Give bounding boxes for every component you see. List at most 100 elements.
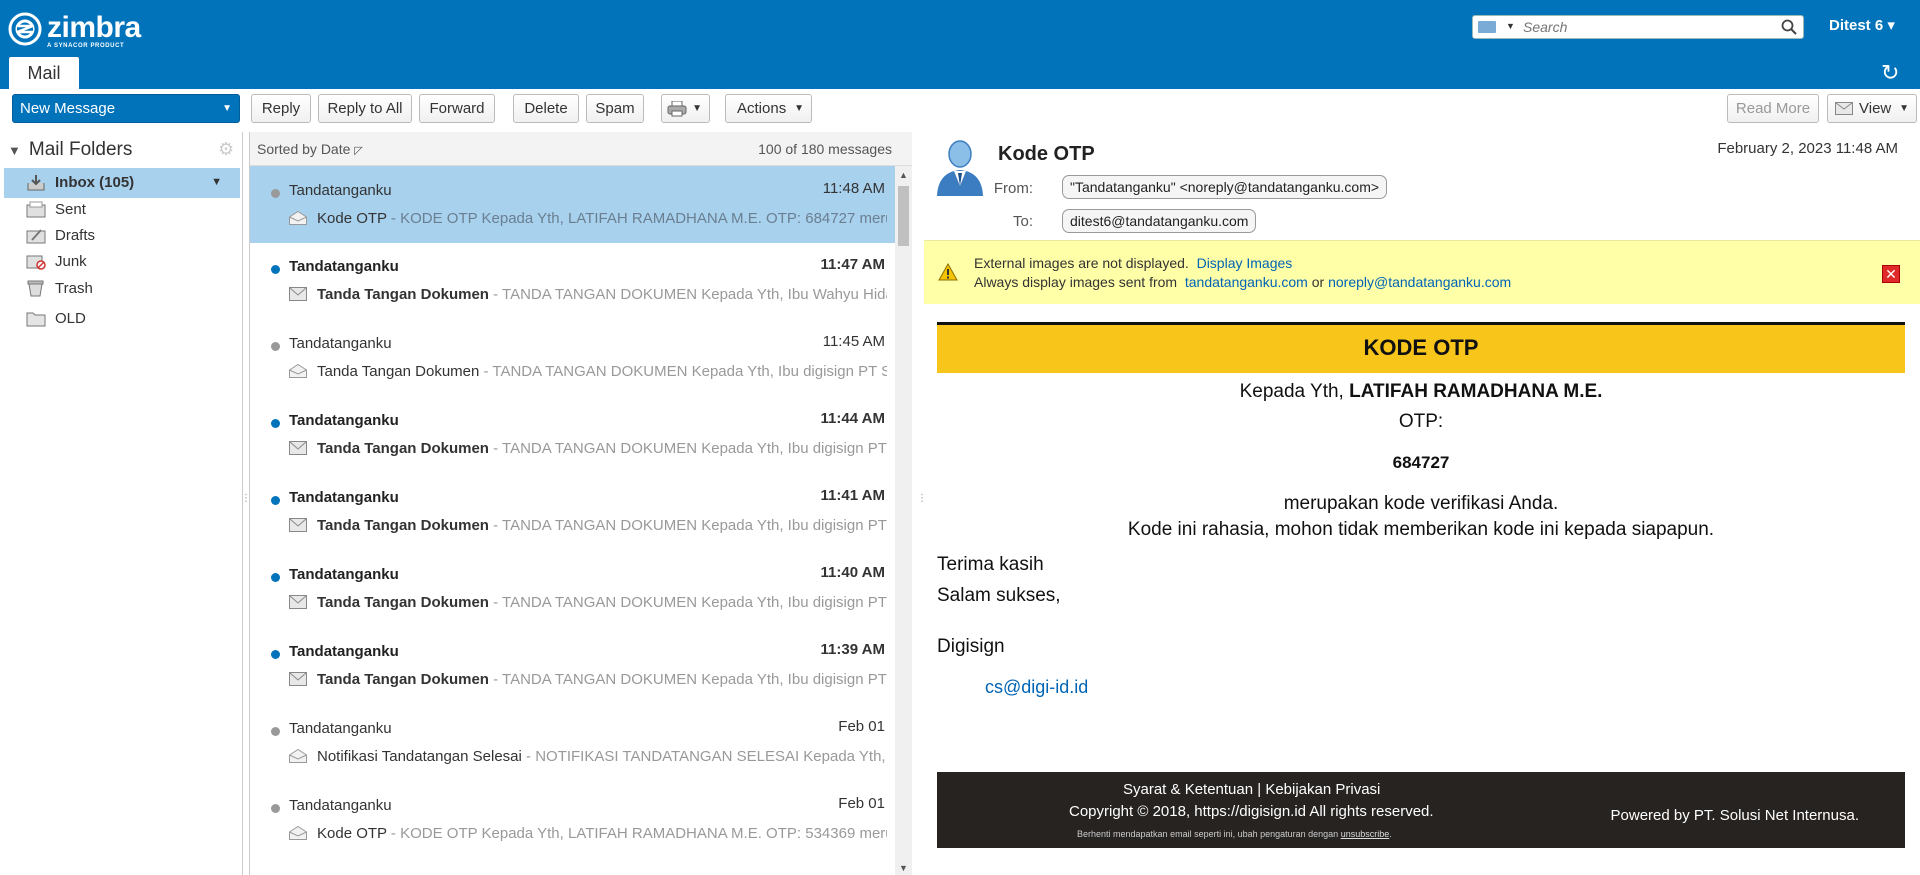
message-subject-line: Kode OTP - KODE OTP Kepada Yth, LATIFAH … <box>317 210 887 227</box>
chevron-down-icon[interactable]: ▼ <box>211 176 222 188</box>
message-sender: Tandatanganku <box>289 258 399 275</box>
message-sender: Tandatanganku <box>289 643 399 660</box>
otp-code: 684727 <box>1392 453 1450 472</box>
chevron-down-icon: ▼ <box>1899 103 1909 114</box>
mail-search-type-icon[interactable] <box>1478 21 1496 33</box>
always-display-domain-link[interactable]: tandatanganku.com <box>1185 274 1308 290</box>
actions-button[interactable]: Actions ▼ <box>725 94 812 123</box>
scroll-up-icon[interactable]: ▲ <box>899 170 908 180</box>
external-images-notice: External images are not displayed. Displ… <box>924 240 1920 304</box>
message-subject-line: Tanda Tangan Dokumen - TANDA TANGAN DOKU… <box>317 286 887 303</box>
status-dot-icon[interactable] <box>271 573 280 582</box>
reply-button[interactable]: Reply <box>251 94 311 123</box>
sender-address[interactable]: "Tandatanganku" <noreply@tandatanganku.c… <box>1062 175 1388 199</box>
sidebar-item-trash[interactable]: Trash <box>4 274 240 304</box>
footer-powered-by: Powered by PT. Solusi Net Internusa. <box>1610 807 1859 824</box>
message-fragment: - TANDA TANGAN DOKUMEN Kepada Yth, Ibu W… <box>488 286 887 303</box>
footer-links[interactable]: Syarat & Ketentuan | Kebijakan Privasi <box>1123 781 1380 798</box>
sidebar-item-inbox[interactable]: Inbox (105) ▼ <box>4 168 240 198</box>
pane-splitter[interactable]: ⋮ <box>241 493 251 504</box>
chevron-down-icon[interactable]: ▼ <box>222 95 232 122</box>
message-subject-line: Tanda Tangan Dokumen - TANDA TANGAN DOKU… <box>317 517 887 534</box>
message-row[interactable]: Tandatanganku Feb 01 Kode OTP - KODE OTP K… <box>250 781 895 858</box>
delete-button[interactable]: Delete <box>513 94 579 123</box>
user-menu[interactable]: Ditest 6 ▾ <box>1829 16 1895 34</box>
folder-label: Inbox (105) <box>55 174 135 191</box>
greeting-line: Kepada Yth, LATIFAH RAMADHANA M.E. <box>937 381 1905 403</box>
print-button[interactable]: ▼ <box>661 94 710 123</box>
message-subject: Tanda Tangan Dokumen <box>317 440 489 457</box>
collapse-triangle-icon[interactable]: ▼ <box>8 143 21 158</box>
envelope-closed-icon <box>289 287 307 301</box>
message-list-header: Sorted by Date ◸ 100 of 180 messages <box>250 132 912 166</box>
display-images-link[interactable]: Display Images <box>1197 255 1293 271</box>
sort-control[interactable]: Sorted by Date ◸ <box>257 141 363 157</box>
message-row[interactable]: Tandatanganku 11:44 AM Tanda Tangan Dokume… <box>250 396 895 473</box>
toolbar: New Message ▼ Reply Reply to All Forward… <box>0 89 1920 132</box>
message-count: 100 of 180 messages <box>758 141 892 157</box>
new-message-button[interactable]: New Message ▼ <box>12 94 240 123</box>
message-subject: Tanda Tangan Dokumen <box>317 363 480 380</box>
message-time: 11:41 AM <box>820 487 885 504</box>
message-time: 11:45 AM <box>822 333 885 350</box>
message-row[interactable]: Tandatanganku Feb 01 Notifikasi Tandatanga… <box>250 704 895 781</box>
scrollbar-thumb[interactable] <box>898 186 909 246</box>
message-row[interactable]: Tandatanganku 11:39 AM Tanda Tangan Dokume… <box>250 627 895 704</box>
recipient-address[interactable]: ditest6@tandatanganku.com <box>1062 209 1257 233</box>
notice-line-2: Always display images sent from tandatan… <box>974 274 1511 290</box>
sidebar-item-junk[interactable]: Junk <box>4 247 240 277</box>
message-fragment: - NOTIFIKASI TANDATANGAN SELESAI Kepada … <box>521 748 887 765</box>
search-type-dropdown-icon[interactable]: ▼ <box>1506 21 1515 31</box>
message-subject: Tanda Tangan Dokumen <box>317 671 489 688</box>
gear-icon[interactable]: ⚙ <box>218 139 234 160</box>
scroll-down-icon[interactable]: ▼ <box>899 863 908 873</box>
message-row[interactable]: Tandatanganku 11:40 AM Tanda Tangan Dokume… <box>250 550 895 627</box>
message-row[interactable]: Tandatanganku 11:47 AM Tanda Tangan Dokume… <box>250 242 895 319</box>
sidebar-item-old[interactable]: OLD <box>4 304 240 334</box>
message-fragment: - TANDA TANGAN DOKUMEN Kepada Yth, Ibu d… <box>488 440 887 457</box>
reply-all-button[interactable]: Reply to All <box>318 94 412 123</box>
actions-label: Actions <box>737 100 787 117</box>
signature-line: Digisign <box>937 636 1005 657</box>
status-dot-icon[interactable] <box>271 265 280 274</box>
refresh-icon[interactable]: ↻ <box>1881 60 1899 86</box>
message-row[interactable]: Tandatanganku 11:41 AM Tanda Tangan Dokume… <box>250 473 895 550</box>
status-dot-icon[interactable] <box>271 496 280 505</box>
unsubscribe-link[interactable]: unsubscribe <box>1341 829 1390 839</box>
message-sender: Tandatanganku <box>289 412 399 429</box>
notice-or-text: or <box>1311 274 1325 290</box>
message-sender: Tandatanganku <box>289 566 399 583</box>
message-time: Feb 01 <box>838 795 885 812</box>
message-sender: Tandatanganku <box>289 720 392 737</box>
always-display-sender-link[interactable]: noreply@tandatanganku.com <box>1328 274 1511 290</box>
message-subject-line: Tanda Tangan Dokumen - TANDA TANGAN DOKU… <box>317 594 887 611</box>
message-list-scrollbar[interactable]: ▲ ▼ <box>895 166 912 875</box>
close-icon[interactable]: ✕ <box>1882 265 1900 283</box>
status-dot-icon[interactable] <box>271 342 280 351</box>
search-input[interactable] <box>1523 18 1773 36</box>
forward-button[interactable]: Forward <box>419 94 495 123</box>
thanks-line: Terima kasih <box>937 554 1044 575</box>
envelope-open-icon <box>289 826 307 840</box>
otp-label: OTP: <box>1398 411 1444 432</box>
view-button[interactable]: View ▼ <box>1827 94 1917 123</box>
status-dot-icon[interactable] <box>271 189 280 198</box>
message-row[interactable]: Tandatanganku 11:48 AM Kode OTP - KODE OTP… <box>250 166 895 243</box>
message-fragment: - KODE OTP Kepada Yth, LATIFAH RAMADHANA… <box>390 210 887 227</box>
folder-label: Drafts <box>55 227 96 244</box>
spam-button[interactable]: Spam <box>586 94 644 123</box>
status-dot-icon[interactable] <box>271 727 280 736</box>
cs-email-link[interactable]: cs@digi-id.id <box>985 677 1088 698</box>
message-row[interactable]: Tandatanganku 11:45 AM Tanda Tangan Dokume… <box>250 319 895 396</box>
zimbra-logo[interactable]: zimbra A SYNACOR PRODUCT <box>7 9 167 49</box>
read-more-button[interactable]: Read More <box>1727 94 1819 123</box>
tab-mail[interactable]: Mail <box>9 57 79 89</box>
status-dot-icon[interactable] <box>271 650 280 659</box>
mail-folders-header[interactable]: ▼ Mail Folders <box>8 139 132 161</box>
status-dot-icon[interactable] <box>271 804 280 813</box>
otp-banner: KODE OTP <box>937 322 1905 373</box>
message-subject: Kode OTP <box>317 825 387 842</box>
status-dot-icon[interactable] <box>271 419 280 428</box>
search-icon[interactable] <box>1781 19 1797 35</box>
message-time: 11:40 AM <box>820 564 885 581</box>
